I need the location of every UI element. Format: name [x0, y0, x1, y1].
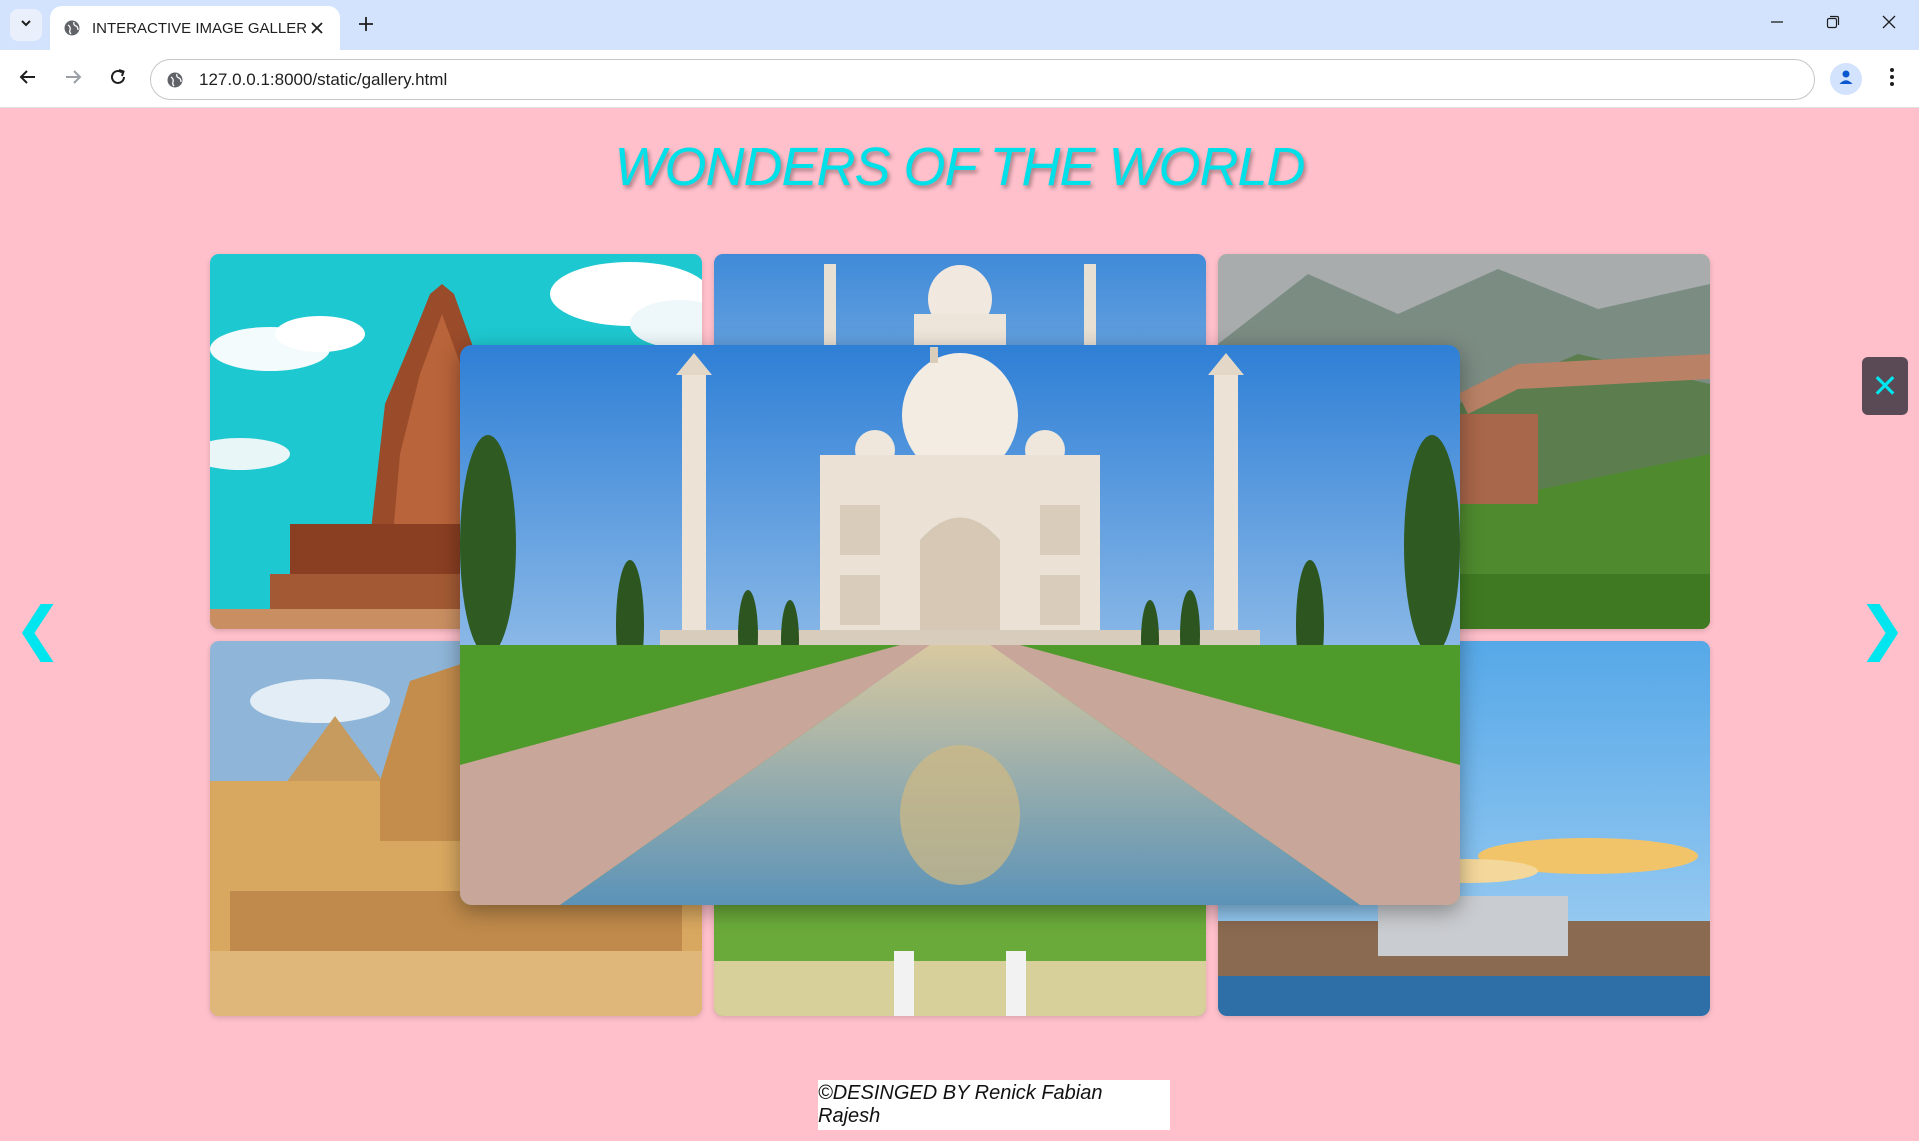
restore-icon [1826, 15, 1840, 34]
gallery-page: WONDERS OF THE WORLD ✕ ❮ ❯ ©DESINGED BY … [0, 108, 1919, 1141]
next-image-button[interactable]: ❯ [1858, 596, 1907, 661]
tab-search-button[interactable] [10, 9, 42, 41]
reload-button[interactable] [102, 63, 134, 95]
browser-tab[interactable]: INTERACTIVE IMAGE GALLERY [50, 6, 340, 50]
tab-strip: INTERACTIVE IMAGE GALLERY [0, 0, 1919, 50]
back-button[interactable] [12, 63, 44, 95]
lightbox-close-button[interactable]: ✕ [1862, 357, 1908, 415]
arrow-right-icon [64, 68, 82, 91]
reload-icon [109, 68, 127, 91]
url-text[interactable]: 127.0.0.1:8000/static/gallery.html [199, 70, 447, 90]
plus-icon [358, 11, 374, 39]
window-close-button[interactable] [1866, 6, 1912, 42]
minimize-button[interactable] [1754, 6, 1800, 42]
close-icon[interactable] [306, 17, 328, 39]
minimize-icon [1770, 15, 1784, 34]
globe-icon [62, 18, 82, 38]
site-info-icon[interactable] [165, 70, 185, 90]
new-tab-button[interactable] [352, 11, 380, 39]
page-title: WONDERS OF THE WORLD [614, 137, 1305, 197]
footer-credit: ©DESINGED BY Renick Fabian Rajesh [818, 1080, 1170, 1130]
arrow-left-icon [19, 68, 37, 91]
lightbox-image-taj-mahal[interactable] [460, 345, 1460, 905]
address-bar[interactable]: 127.0.0.1:8000/static/gallery.html [150, 59, 1815, 100]
previous-image-button[interactable]: ❮ [14, 596, 63, 661]
window-close-icon [1882, 15, 1896, 34]
person-icon [1837, 68, 1855, 91]
restore-button[interactable] [1810, 6, 1856, 42]
forward-button[interactable] [57, 63, 89, 95]
browser-menu-button[interactable] [1876, 63, 1908, 95]
kebab-menu-icon [1889, 67, 1895, 92]
profile-button[interactable] [1830, 63, 1862, 95]
tab-title: INTERACTIVE IMAGE GALLERY [92, 19, 306, 37]
browser-toolbar: 127.0.0.1:8000/static/gallery.html [0, 50, 1919, 108]
chevron-down-icon [19, 16, 33, 35]
